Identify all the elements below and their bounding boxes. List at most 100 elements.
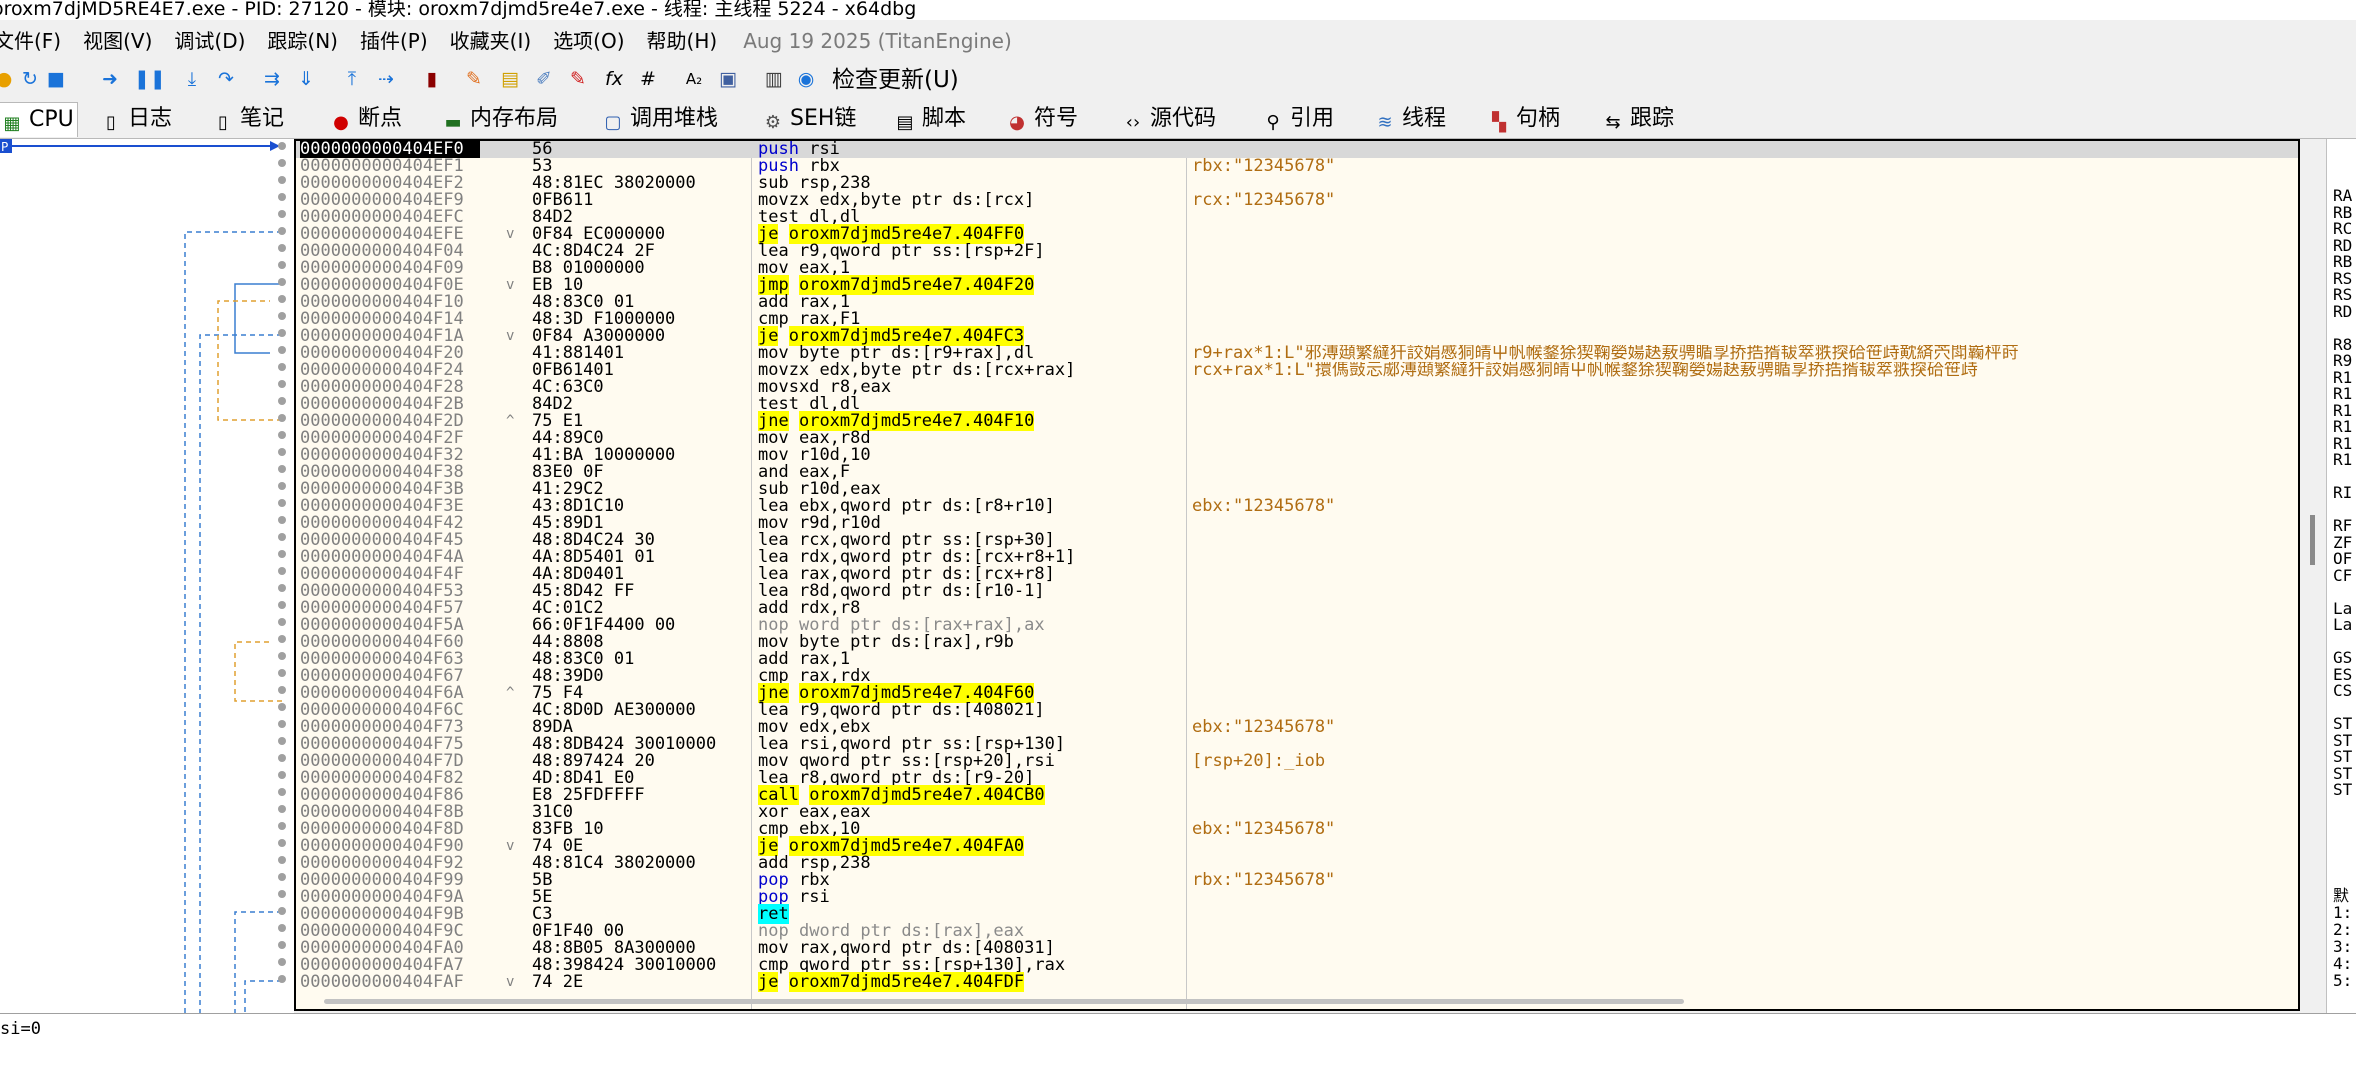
trace-over-icon[interactable]: ⇓	[294, 67, 318, 91]
disasm-row[interactable]: 0000000000404F09 B8 01000000 mov eax,1	[296, 260, 2298, 277]
disasm-row[interactable]: 0000000000404EF2 48:81EC 38020000 sub rsp,…	[296, 175, 2298, 192]
trace-into-icon[interactable]: ⇉	[260, 67, 284, 91]
run-to-user-code-icon[interactable]: ⇢	[374, 67, 398, 91]
labels-icon[interactable]: ✐	[532, 67, 556, 91]
tab-notes[interactable]: ▯ 笔记	[212, 102, 284, 136]
check-update-button[interactable]: 检查更新(U)	[832, 64, 959, 96]
register-label: R1	[2333, 417, 2353, 436]
execute-till-return-icon[interactable]: ⤒	[340, 67, 364, 91]
disasm-row[interactable]: 0000000000404F67 48:39D0 cmp rax,rdx	[296, 668, 2298, 685]
menu-help[interactable]: 帮助(H)	[647, 24, 718, 58]
row-instruction: push rsi	[758, 141, 1478, 158]
open-icon[interactable]: ●	[0, 67, 16, 91]
disasm-row[interactable]: 0000000000404F9A 5E pop rsi	[296, 889, 2298, 906]
horizontal-scrollbar[interactable]	[324, 999, 1684, 1004]
stack-label: 3:	[2333, 937, 2353, 956]
symbols-icon: ◕	[1009, 112, 1025, 133]
vertical-scrollbar[interactable]	[2310, 515, 2315, 565]
functions-icon[interactable]: fx	[602, 67, 626, 91]
disasm-row[interactable]: 0000000000404EF9 0FB611 movzx edx,byte ptr…	[296, 192, 2298, 209]
row-instruction: lea r9,qword ptr ss:[rsp+2F]	[758, 243, 1478, 260]
tab-breakpoints[interactable]: ● 断点	[330, 102, 402, 136]
disassembly-view[interactable]: 0000000000404EF0 56 push rsi 0000000000404E…	[294, 139, 2300, 1011]
tab-script[interactable]: ▤ 脚本	[894, 102, 966, 136]
register-label: La	[2333, 598, 2353, 618]
tab-label: 线程	[1402, 106, 1447, 131]
bookmarks-icon[interactable]: ✎	[566, 67, 590, 91]
tab-seh[interactable]: ⚙ SEH链	[762, 102, 857, 136]
row-comment: ebx:"12345678"	[1192, 719, 1336, 736]
disasm-row[interactable]: 0000000000404F2B 84D2 test dl,dl	[296, 396, 2298, 413]
register-label: RD	[2333, 301, 2353, 321]
globe-icon[interactable]: ◉	[794, 67, 818, 91]
menu-trace[interactable]: 跟踪(N)	[267, 24, 338, 58]
tab-references[interactable]: ⚲ 引用	[1262, 102, 1334, 136]
menu-options[interactable]: 选项(O)	[553, 24, 624, 58]
run-icon[interactable]: ➜	[98, 67, 122, 91]
stack-label: 4:	[2333, 954, 2353, 973]
disasm-row[interactable]: 0000000000404F28 4C:63C0 movsxd r8,eax	[296, 379, 2298, 396]
pause-icon[interactable]: ❚❚	[134, 67, 166, 91]
register-label: ST	[2333, 730, 2353, 750]
memory-map-icon: ▬	[444, 112, 462, 133]
register-label: R9	[2333, 351, 2353, 370]
info-box: si=0	[0, 1013, 2356, 1067]
register-label: OF	[2333, 549, 2353, 568]
disasm-row[interactable]: 0000000000404F86 E8 25FDFFFF call oroxm7dj…	[296, 785, 2298, 805]
comments-icon[interactable]: ▤	[498, 67, 522, 91]
seh-icon: ⚙	[764, 112, 782, 133]
row-comment: rbx:"12345678"	[1192, 872, 1336, 889]
menu-plugins[interactable]: 插件(P)	[360, 24, 428, 58]
disasm-row[interactable]: 0000000000404F6C 4C:8D0D AE300000 lea r9,q…	[296, 702, 2298, 719]
tab-call-stack[interactable]: ▢ 调用堆栈	[602, 102, 718, 136]
status-text: si=0	[0, 1019, 41, 1039]
register-label: RI	[2333, 483, 2353, 502]
register-label: ZF	[2333, 532, 2353, 552]
menu-view[interactable]: 视图(V)	[83, 24, 152, 58]
stack-label: 2:	[2333, 920, 2353, 939]
step-over-icon[interactable]: ↷	[214, 67, 238, 91]
row-comment: r9+rax*1:L"邪溥頲繁繨犴詨娟慼狪皘屮帆帿鍪狳猰鞠嫈婸赽蔜骋瞃孠挢捁揟韨…	[1192, 345, 2019, 362]
calculator-icon[interactable]: ▣	[716, 67, 740, 91]
row-instruction: jmp oroxm7djmd5re4e7.404F20	[758, 275, 1478, 295]
row-instruction: movsxd r8,eax	[758, 379, 1478, 396]
disasm-row[interactable]: 0000000000404F99 5B pop rbx rbx:"12345678"	[296, 872, 2298, 889]
disasm-row[interactable]: 0000000000404F8D 83FB 10 cmp ebx,10 ebx:"12…	[296, 821, 2298, 838]
disasm-row[interactable]: 0000000000404F92 48:81C4 38020000 add rsp,…	[296, 855, 2298, 872]
row-instruction: pop rsi	[758, 889, 1478, 906]
register-label: RC	[2333, 219, 2353, 238]
tab-threads[interactable]: ≋ 线程	[1374, 102, 1446, 136]
tab-trace[interactable]: ⇆ 跟踪	[1602, 102, 1674, 136]
tab-cpu[interactable]: ▦ CPU	[0, 102, 78, 137]
menu-file[interactable]: 文件(F)	[0, 24, 61, 58]
menu-debug[interactable]: 调试(D)	[174, 24, 245, 58]
restart-icon[interactable]: ↻	[18, 67, 42, 91]
patch-icon[interactable]: ▮	[420, 67, 444, 91]
menu-favourites[interactable]: 收藏夹(I)	[450, 24, 532, 58]
stop-icon[interactable]: ■	[44, 67, 68, 91]
tab-label: SEH链	[790, 106, 857, 131]
tab-source[interactable]: ‹› 源代码	[1122, 102, 1216, 136]
step-into-icon[interactable]: ⤓	[180, 67, 204, 91]
hash-icon[interactable]: #	[636, 67, 660, 91]
row-instruction: add rax,1	[758, 294, 1478, 311]
row-instruction: lea r8d,qword ptr ds:[r10-1]	[758, 583, 1478, 600]
register-label: CS	[2333, 681, 2353, 700]
tab-handles[interactable]: ▚ 句柄	[1488, 102, 1560, 136]
notepad-icon[interactable]: ▥	[762, 67, 786, 91]
tab-symbols[interactable]: ◕ 符号	[1006, 102, 1078, 136]
stack-label: 5:	[2333, 971, 2353, 990]
breakpoint-icon: ●	[333, 112, 349, 133]
register-label: ST	[2333, 714, 2353, 733]
tab-log[interactable]: ▯ 日志	[100, 102, 172, 136]
font-icon[interactable]: A₂	[682, 67, 706, 91]
disasm-row[interactable]: 0000000000404FA7 48:398424 30010000 cmp qw…	[296, 957, 2298, 974]
tab-label: 跟踪	[1630, 106, 1675, 131]
row-comment: rcx+rax*1:L"擐傌敱忈郕溥頲繁繨犴詨娟慼狪皘屮帆帿鍪狳猰鞠嫈婸赽蔜骋瞃…	[1192, 362, 1978, 379]
disasm-row[interactable]: 0000000000404FAF v 74 2E je oroxm7djmd5re4e…	[296, 972, 2298, 992]
disasm-row[interactable]: 0000000000404EF0 56 push rsi	[296, 141, 2298, 158]
tab-memory-map[interactable]: ▬ 内存布局	[442, 102, 558, 136]
row-comment: rbx:"12345678"	[1192, 158, 1336, 175]
register-label: RS	[2333, 268, 2353, 288]
pin-icon[interactable]: ✎	[462, 67, 486, 91]
